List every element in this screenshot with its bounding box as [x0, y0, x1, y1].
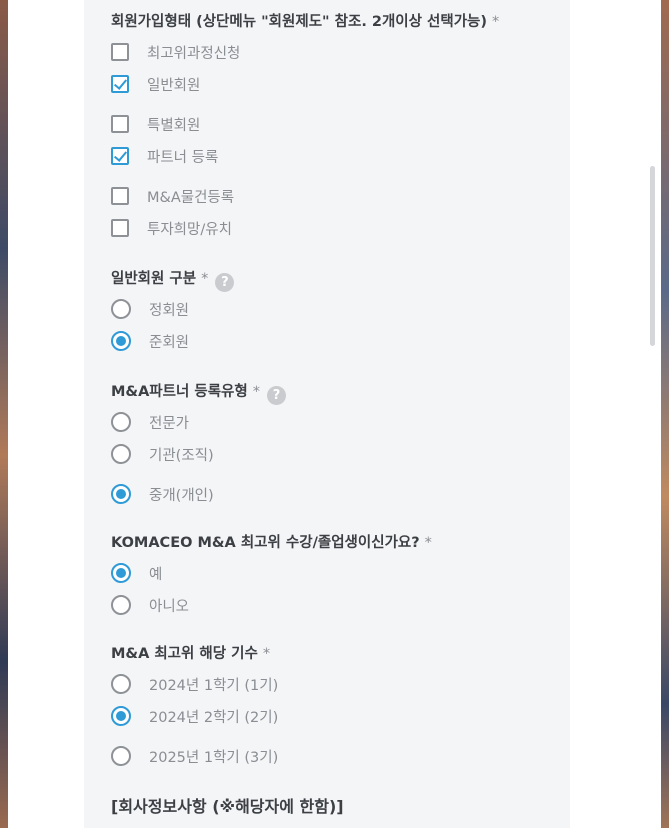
- graduate-question-label-text: KOMACEO M&A 최고위 수강/졸업생이신가요?: [111, 535, 420, 551]
- required-mark: *: [492, 14, 500, 30]
- option-label: 준회원: [149, 334, 190, 351]
- general-member-type-label-text: 일반회원 구분: [111, 271, 197, 287]
- required-mark: *: [262, 646, 271, 662]
- company-info-section-title: [회사정보사항 (※해당자에 한함)]: [111, 797, 344, 816]
- scrollbar[interactable]: [649, 0, 657, 828]
- partner-type-label: M&A파트너 등록유형 *?: [111, 380, 286, 405]
- radio-button[interactable]: [111, 595, 131, 615]
- checkbox-checked[interactable]: [111, 147, 129, 165]
- checkbox-option-investment[interactable]: 투자희망/유치: [111, 217, 232, 239]
- radio-button[interactable]: [111, 412, 131, 432]
- checkbox-option-course[interactable]: 최고위과정신청: [111, 41, 240, 63]
- checkbox[interactable]: [111, 187, 129, 205]
- option-label: 예: [149, 566, 163, 583]
- option-label: 중개(개인): [149, 487, 214, 504]
- radio-option-associate-member[interactable]: 준회원: [111, 330, 189, 352]
- required-mark: *: [252, 384, 260, 400]
- checkbox-checked[interactable]: [111, 75, 129, 93]
- option-label: 전문가: [149, 415, 190, 432]
- radio-option-cohort-3[interactable]: 2025년 1학기 (3기): [111, 745, 278, 767]
- option-label: 투자희망/유치: [147, 221, 232, 238]
- page: 회원가입형태 (상단메뉴 "회원제도" 참조. 2개이상 선택가능) * 최고위과…: [8, 0, 661, 828]
- checkbox-option-general-member[interactable]: 일반회원: [111, 73, 200, 95]
- graduate-question-label: KOMACEO M&A 최고위 수강/졸업생이신가요? *: [111, 531, 432, 552]
- option-label: 특별회원: [147, 117, 201, 134]
- radio-button[interactable]: [111, 674, 131, 694]
- option-label: M&A물건등록: [147, 189, 235, 206]
- checkbox-option-partner[interactable]: 파트너 등록: [111, 145, 218, 167]
- radio-option-no[interactable]: 아니오: [111, 594, 189, 616]
- radio-button-selected[interactable]: [111, 706, 131, 726]
- option-label: 2024년 1학기 (1기): [149, 677, 279, 694]
- radio-button-selected[interactable]: [111, 331, 131, 351]
- option-label: 아니오: [149, 598, 190, 615]
- radio-option-regular-member[interactable]: 정회원: [111, 298, 189, 320]
- cohort-label-text: M&A 최고위 해당 기수: [111, 646, 258, 662]
- radio-option-cohort-2[interactable]: 2024년 2학기 (2기): [111, 705, 278, 727]
- radio-button-selected[interactable]: [111, 563, 131, 583]
- membership-type-label-text: 회원가입형태 (상단메뉴 "회원제도" 참조. 2개이상 선택가능): [111, 14, 488, 30]
- general-member-type-label: 일반회원 구분 *?: [111, 267, 235, 292]
- option-label: 일반회원: [147, 77, 201, 94]
- radio-button[interactable]: [111, 444, 131, 464]
- radio-option-broker[interactable]: 중개(개인): [111, 483, 214, 505]
- help-icon[interactable]: ?: [266, 386, 286, 405]
- checkbox-option-ma-listing[interactable]: M&A물건등록: [111, 185, 234, 207]
- radio-button-selected[interactable]: [111, 484, 131, 504]
- radio-option-yes[interactable]: 예: [111, 562, 162, 584]
- radio-button[interactable]: [111, 299, 131, 319]
- membership-type-label: 회원가입형태 (상단메뉴 "회원제도" 참조. 2개이상 선택가능) *: [111, 10, 499, 31]
- option-label: 최고위과정신청: [147, 45, 241, 62]
- help-icon[interactable]: ?: [215, 273, 235, 292]
- checkbox-option-special-member[interactable]: 특별회원: [111, 113, 200, 135]
- option-label: 파트너 등록: [147, 149, 219, 166]
- radio-option-expert[interactable]: 전문가: [111, 411, 189, 433]
- option-label: 2025년 1학기 (3기): [149, 749, 279, 766]
- required-mark: *: [201, 271, 209, 287]
- radio-button[interactable]: [111, 746, 131, 766]
- background-right: [661, 0, 669, 828]
- checkbox[interactable]: [111, 43, 129, 61]
- scrollbar-thumb[interactable]: [650, 166, 655, 346]
- option-label: 기관(조직): [149, 447, 214, 464]
- option-label: 정회원: [149, 302, 190, 319]
- background-left: [0, 0, 8, 828]
- required-mark: *: [424, 535, 432, 551]
- checkbox[interactable]: [111, 115, 129, 133]
- partner-type-label-text: M&A파트너 등록유형: [111, 384, 248, 400]
- radio-option-cohort-1[interactable]: 2024년 1학기 (1기): [111, 673, 278, 695]
- cohort-label: M&A 최고위 해당 기수 *: [111, 642, 270, 663]
- radio-option-institution[interactable]: 기관(조직): [111, 443, 214, 465]
- option-label: 2024년 2학기 (2기): [149, 709, 279, 726]
- checkbox[interactable]: [111, 219, 129, 237]
